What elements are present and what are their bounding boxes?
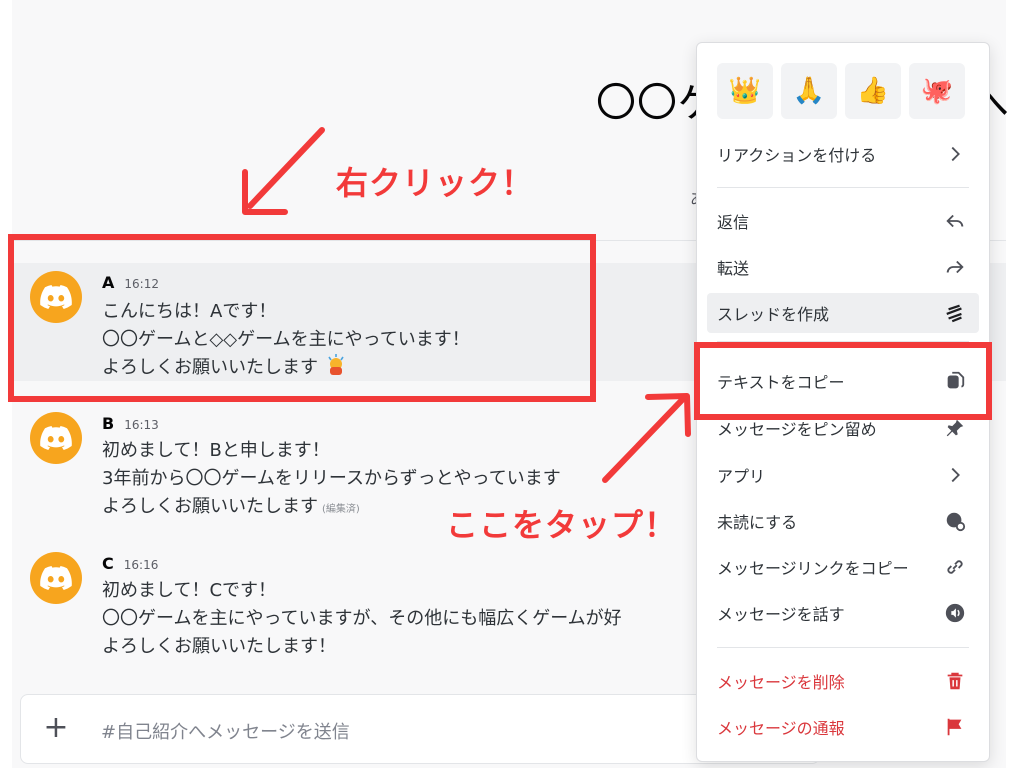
menu-item-label: メッセージを話す xyxy=(717,605,845,624)
mark-unread-icon xyxy=(943,509,967,533)
message-text-line: よろしくお願いいたします！ xyxy=(102,636,336,657)
reaction-crown-button[interactable]: 👑 xyxy=(717,63,773,119)
annotation-box-message xyxy=(8,234,596,402)
message-text-line: よろしくお願いいたします (編集済) xyxy=(102,492,360,518)
thread-icon xyxy=(943,301,967,325)
message-author[interactable]: B xyxy=(102,414,114,433)
reply-icon xyxy=(943,209,967,233)
message-text-line: 初めまして！Bと申します！ xyxy=(102,440,330,461)
discord-logo-icon xyxy=(40,426,72,450)
menu-item-mark-unread[interactable]: 未読にする xyxy=(707,501,979,541)
trash-icon xyxy=(943,669,967,693)
avatar[interactable] xyxy=(30,412,82,464)
app-window: 〇〇ゲへ あ A 16:12 こんにちは！Aです！ 〇〇ゲームと◇◇ゲームを主に… xyxy=(0,0,1024,768)
message-timestamp: 16:16 xyxy=(123,558,159,572)
chevron-right-icon xyxy=(943,463,967,487)
menu-item-forward[interactable]: 転送 xyxy=(707,247,979,287)
annotation-box-copy-text xyxy=(694,342,992,420)
annotation-tap-here: ここをタップ！ xyxy=(446,506,678,544)
menu-separator xyxy=(717,647,969,648)
chevron-right-icon xyxy=(943,142,967,166)
menu-item-label: 返信 xyxy=(717,213,750,232)
menu-item-label: メッセージの通報 xyxy=(717,719,845,738)
menu-item-label: スレッドを作成 xyxy=(717,305,830,324)
reaction-pray-button[interactable]: 🙏 xyxy=(781,63,837,119)
menu-item-label: メッセージリンクをコピー xyxy=(717,559,909,578)
menu-item-copy-message-link[interactable]: メッセージリンクをコピー xyxy=(707,547,979,587)
message-text-line: 〇〇ゲームを主にやっていますが、その他にも幅広くゲームが好 xyxy=(102,608,622,629)
quick-reactions: 👑 🙏 👍 🐙 xyxy=(717,63,965,119)
menu-separator xyxy=(717,187,969,188)
message-text-line: 初めまして！Cです！ xyxy=(102,580,277,601)
message-timestamp: 16:13 xyxy=(124,418,159,432)
menu-item-delete-message[interactable]: メッセージを削除 xyxy=(707,661,979,701)
reaction-octopus-button[interactable]: 🐙 xyxy=(909,63,965,119)
annotation-right-click: 右クリック！ xyxy=(336,164,535,202)
plus-icon[interactable]: + xyxy=(41,713,71,743)
avatar[interactable] xyxy=(30,552,82,604)
flag-icon xyxy=(943,715,967,739)
menu-item-label: リアクションを付ける xyxy=(717,146,877,165)
menu-item-report-message[interactable]: メッセージの通報 xyxy=(707,707,979,747)
menu-item-create-thread[interactable]: スレッドを作成 xyxy=(707,293,979,333)
menu-item-speak-message[interactable]: メッセージを話す xyxy=(707,593,979,633)
menu-item-apps[interactable]: アプリ xyxy=(707,455,979,495)
link-icon xyxy=(943,555,967,579)
forward-icon xyxy=(943,255,967,279)
menu-item-label: アプリ xyxy=(717,467,766,486)
message-text-line: 3年前から〇〇ゲームをリリースからずっとやっています xyxy=(102,468,561,489)
speaker-icon xyxy=(943,601,967,625)
menu-item-label: 転送 xyxy=(717,259,750,278)
message-text: よろしくお願いいたします xyxy=(102,496,318,517)
menu-item-reply[interactable]: 返信 xyxy=(707,201,979,241)
menu-item-label: メッセージを削除 xyxy=(717,673,845,692)
menu-item-add-reaction[interactable]: リアクションを付ける xyxy=(707,134,979,174)
menu-item-label: 未読にする xyxy=(717,513,798,532)
message-author[interactable]: C xyxy=(102,554,114,573)
message-input-placeholder[interactable]: #自己紹介へメッセージを送信 xyxy=(101,718,350,744)
discord-logo-icon xyxy=(40,566,72,590)
reaction-thumbsup-button[interactable]: 👍 xyxy=(845,63,901,119)
edited-label: (編集済) xyxy=(322,504,360,515)
